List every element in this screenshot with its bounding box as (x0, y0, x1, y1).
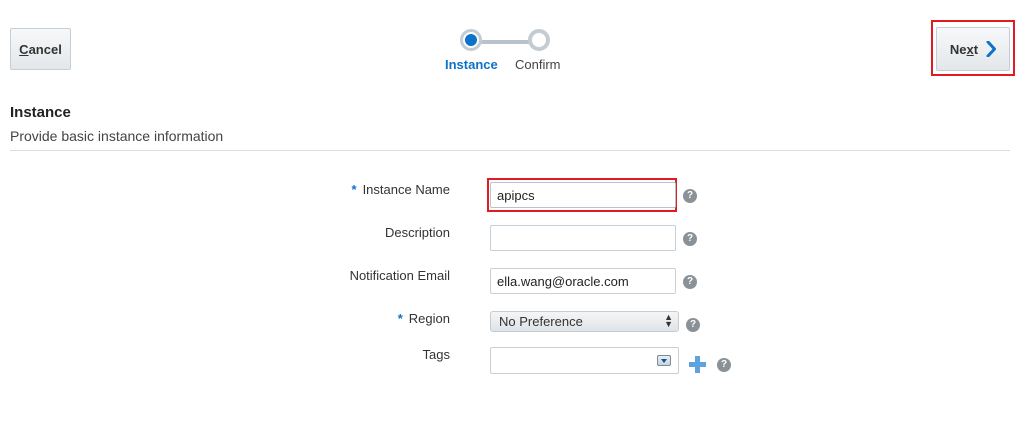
help-icon[interactable]: ? (683, 189, 697, 203)
notification-email-input[interactable] (490, 268, 676, 294)
next-label-end: t (973, 41, 979, 57)
plus-icon[interactable] (689, 356, 706, 373)
instance-name-label-text: Instance Name (362, 182, 450, 197)
cancel-label-mnemonic: C (19, 41, 29, 57)
section-divider (10, 150, 1010, 151)
train-stop-confirm[interactable] (528, 29, 550, 51)
region-select-value: No Preference (499, 314, 583, 329)
next-label-mnemonic: x (966, 41, 974, 57)
section-title: Instance (10, 104, 71, 121)
train-label-confirm[interactable]: Confirm (515, 57, 561, 72)
help-icon[interactable]: ? (717, 358, 731, 372)
help-icon[interactable]: ? (686, 318, 700, 332)
train-stop-instance[interactable] (460, 29, 482, 51)
required-marker: * (351, 182, 357, 197)
region-label: * Region (398, 311, 450, 326)
progress-train: Instance Confirm (440, 29, 575, 77)
next-label: Next (950, 42, 978, 57)
description-label: Description (384, 225, 450, 240)
dropdown-arrow-icon[interactable] (657, 355, 671, 366)
instance-name-input[interactable] (490, 182, 676, 208)
select-arrows-icon: ▲ ▼ (664, 312, 673, 329)
region-select[interactable]: No Preference ▲ ▼ (490, 311, 679, 332)
cancel-button[interactable]: Cancel (10, 28, 71, 70)
tags-select[interactable] (490, 347, 679, 374)
instance-name-label: * Instance Name (352, 182, 451, 197)
description-input[interactable] (490, 225, 676, 251)
help-icon[interactable]: ? (683, 232, 697, 246)
next-button[interactable]: Next (936, 27, 1010, 71)
required-marker: * (397, 311, 403, 326)
section-subtitle: Provide basic instance information (10, 128, 224, 144)
tags-label: Tags (422, 347, 450, 362)
next-label-start: Ne (949, 41, 967, 57)
help-icon[interactable]: ? (683, 275, 697, 289)
train-label-instance[interactable]: Instance (445, 57, 498, 72)
chevron-right-icon (986, 41, 997, 57)
region-label-text: Region (408, 311, 450, 326)
notification-email-label: Notification Email (349, 268, 450, 283)
cancel-label: ancel (28, 41, 62, 57)
